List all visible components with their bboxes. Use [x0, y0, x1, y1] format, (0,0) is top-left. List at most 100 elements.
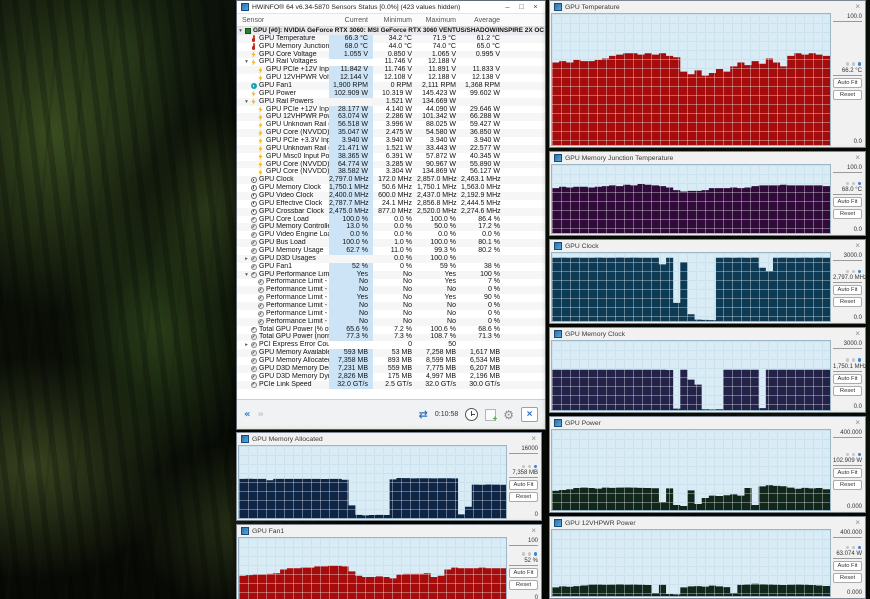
table-row[interactable]: Performance Limit - Utilization No No No…: [237, 310, 545, 318]
table-row[interactable]: GPU Memory Available 593 MB 53 MB 7,258 …: [237, 349, 545, 357]
graph-titlebar[interactable]: GPU 12VHPWR Power ×: [550, 517, 865, 529]
table-row[interactable]: GPU Power 102.909 W 10.319 W 145.423 W 9…: [237, 90, 545, 98]
table-row[interactable]: GPU Memory Controller Load 13.0 % 0.0 % …: [237, 223, 545, 231]
table-row[interactable]: GPU Core (NVVDD) Output Power 38.582 W 3…: [237, 168, 545, 176]
close-icon[interactable]: ×: [854, 2, 861, 12]
column-average[interactable]: Average: [461, 17, 505, 24]
table-row[interactable]: GPU PCIe +12V Input Voltage 11.842 V 11.…: [237, 66, 545, 74]
maximize-button[interactable]: □: [516, 1, 527, 13]
table-row[interactable]: Performance Limit - Thermal No No No 0 %: [237, 286, 545, 294]
column-current[interactable]: Current: [329, 17, 373, 24]
graph-titlebar[interactable]: GPU Memory Allocated ×: [237, 433, 541, 445]
logging-icon[interactable]: [485, 409, 496, 421]
table-row[interactable]: ▾ GPU Performance Limiters Yes No Yes 10…: [237, 271, 545, 279]
reset-button[interactable]: Reset: [833, 209, 862, 219]
window-titlebar[interactable]: HWiNFO® 64 v6.34-5870 Sensors Status [0.…: [237, 1, 545, 14]
table-row[interactable]: GPU 12VHPWR Power 63.074 W 2.286 W 101.3…: [237, 113, 545, 121]
auto-fit-button[interactable]: Auto Fit: [833, 78, 862, 88]
table-row[interactable]: GPU D3D Memory Dedicated 7,231 MB 559 MB…: [237, 365, 545, 373]
graph-titlebar[interactable]: GPU Temperature ×: [550, 1, 865, 13]
auto-fit-button[interactable]: Auto Fit: [833, 468, 862, 478]
clock-toolbar-icon[interactable]: [465, 408, 478, 421]
auto-fit-button[interactable]: Auto Fit: [833, 197, 862, 207]
close-icon[interactable]: ×: [854, 153, 861, 163]
close-icon[interactable]: ×: [854, 418, 861, 428]
table-row[interactable]: GPU Misc0 Input Power (sum) 38.365 W 6.3…: [237, 153, 545, 161]
settings-gear-icon[interactable]: ⚙: [503, 408, 514, 422]
table-row[interactable]: Performance Limit - Reliability Voltage …: [237, 294, 545, 302]
expand-caret-icon[interactable]: ▸: [243, 341, 250, 349]
table-row[interactable]: GPU Video Clock 2,400.0 MHz 600.0 MHz 2,…: [237, 192, 545, 200]
table-row[interactable]: Total GPU Power (normalized) [% of TDP] …: [237, 334, 545, 342]
table-row[interactable]: PCIe Link Speed 32.0 GT/s 2.5 GT/s 32.0 …: [237, 381, 545, 389]
minimize-button[interactable]: –: [502, 1, 513, 13]
table-row[interactable]: GPU Unknown Rail (D4) Power (sum) 21.471…: [237, 145, 545, 153]
table-row[interactable]: ▾ GPU Rail Powers 1.521 W 134.669 W: [237, 98, 545, 106]
close-icon[interactable]: ×: [854, 241, 861, 251]
reset-button[interactable]: Reset: [833, 480, 862, 490]
auto-fit-button[interactable]: Auto Fit: [833, 374, 862, 384]
column-sensor[interactable]: Sensor: [237, 17, 329, 24]
table-row[interactable]: GPU D3D Memory Dynamic 2,826 MB 175 MB 4…: [237, 373, 545, 381]
table-row[interactable]: Total GPU Power [% of TDP] 65.6 % 7.2 % …: [237, 326, 545, 334]
reset-button[interactable]: Reset: [509, 492, 538, 502]
table-row[interactable]: GPU Memory Allocated 7,358 MB 893 MB 8,5…: [237, 357, 545, 365]
graph-titlebar[interactable]: GPU Memory Clock ×: [550, 328, 865, 340]
table-row[interactable]: ▾ GPU Rail Voltages 11.746 V 12.188 V: [237, 58, 545, 66]
next-sensors-button[interactable]: »: [257, 409, 263, 420]
table-row[interactable]: GPU Crossbar Clock 2,475.0 MHz 877.0 MHz…: [237, 208, 545, 216]
expand-caret-icon[interactable]: ▾: [243, 58, 250, 66]
graph-titlebar[interactable]: GPU Memory Junction Temperature ×: [550, 152, 865, 164]
table-row[interactable]: GPU 12VHPWR Voltage 12.144 V 12.108 V 12…: [237, 74, 545, 82]
table-row[interactable]: GPU Core (NVVDD) Input Power (sum) 35.04…: [237, 129, 545, 137]
column-minimum[interactable]: Minimum: [373, 17, 417, 24]
graph-titlebar[interactable]: GPU Power ×: [550, 417, 865, 429]
table-row[interactable]: ▸ PCI Express Error Counters 0 50: [237, 341, 545, 349]
auto-fit-button[interactable]: Auto Fit: [833, 285, 862, 295]
table-row[interactable]: GPU Fan1 52 % 0 % 59 % 38 %: [237, 263, 545, 271]
close-icon[interactable]: ×: [530, 526, 537, 536]
table-row[interactable]: ▾ GPU [#0]: NVIDIA GeForce RTX 3060: MSI…: [237, 27, 545, 35]
reset-button[interactable]: Reset: [833, 297, 862, 307]
table-row[interactable]: GPU Memory Clock 1,750.1 MHz 50.6 MHz 1,…: [237, 184, 545, 192]
reset-button[interactable]: Reset: [833, 386, 862, 396]
table-row[interactable]: GPU Core Voltage 1.055 V 0.850 V 1.065 V…: [237, 51, 545, 59]
table-row[interactable]: ▸ GPU D3D Usages 0.0 % 100.0 %: [237, 255, 545, 263]
reset-button[interactable]: Reset: [509, 580, 538, 590]
table-row[interactable]: GPU Memory Junction Temperature 68.0 °C …: [237, 43, 545, 51]
expand-caret-icon[interactable]: ▸: [243, 255, 250, 263]
table-row[interactable]: Performance Limit - Power No No Yes 7 %: [237, 279, 545, 287]
table-row[interactable]: GPU PCIe +3.3V Input Power (est) 3.940 W…: [237, 137, 545, 145]
table-row[interactable]: Performance Limit - SLI GPUBoost Sync No…: [237, 318, 545, 326]
close-icon[interactable]: ×: [854, 329, 861, 339]
graph-titlebar[interactable]: GPU Clock ×: [550, 240, 865, 252]
prev-sensors-button[interactable]: «: [244, 409, 250, 420]
table-row[interactable]: GPU Clock 2,797.0 MHz 172.0 MHz 2,857.0 …: [237, 176, 545, 184]
table-row[interactable]: GPU Temperature 66.3 °C 34.2 °C 71.9 °C …: [237, 35, 545, 43]
close-button[interactable]: ×: [530, 1, 541, 13]
expand-caret-icon[interactable]: ▾: [243, 98, 250, 106]
reset-button[interactable]: Reset: [833, 90, 862, 100]
expand-caret-icon[interactable]: ▾: [243, 271, 250, 279]
reset-button[interactable]: Reset: [833, 573, 862, 583]
close-icon[interactable]: ×: [854, 518, 861, 528]
graph-titlebar[interactable]: GPU Fan1 ×: [237, 525, 541, 537]
table-row[interactable]: GPU Effective Clock 2,787.7 MHz 24.1 MHz…: [237, 200, 545, 208]
table-row[interactable]: GPU Video Engine Load 0.0 % 0.0 % 0.0 % …: [237, 231, 545, 239]
table-row[interactable]: GPU Memory Usage 62.7 % 11.0 % 99.3 % 80…: [237, 247, 545, 255]
table-row[interactable]: GPU Core Load 100.0 % 0.0 % 100.0 % 86.4…: [237, 216, 545, 224]
column-maximum[interactable]: Maximum: [417, 17, 461, 24]
table-row[interactable]: GPU PCIe +12V Input Power 28.177 W 4.140…: [237, 106, 545, 114]
table-row[interactable]: GPU Bus Load 100.0 % 1.0 % 100.0 % 80.1 …: [237, 239, 545, 247]
close-icon[interactable]: ×: [530, 434, 537, 444]
auto-fit-button[interactable]: Auto Fit: [833, 561, 862, 571]
auto-fit-button[interactable]: Auto Fit: [509, 568, 538, 578]
table-row[interactable]: GPU Fan1 1,900 RPM 0 RPM 2,111 RPM 1,368…: [237, 82, 545, 90]
table-row[interactable]: GPU Unknown Rail (D8) Power (sum) 56.518…: [237, 121, 545, 129]
table-row[interactable]: GPU Core (NVVDD) Output Power 64.774 W 3…: [237, 161, 545, 169]
table-row[interactable]: Performance Limit - Max Operating Vol...…: [237, 302, 545, 310]
expand-caret-icon[interactable]: ▾: [237, 27, 244, 35]
remote-sensors-icon[interactable]: ⇄: [419, 408, 428, 421]
auto-fit-button[interactable]: Auto Fit: [509, 480, 538, 490]
close-sensors-button[interactable]: ×: [521, 407, 538, 422]
